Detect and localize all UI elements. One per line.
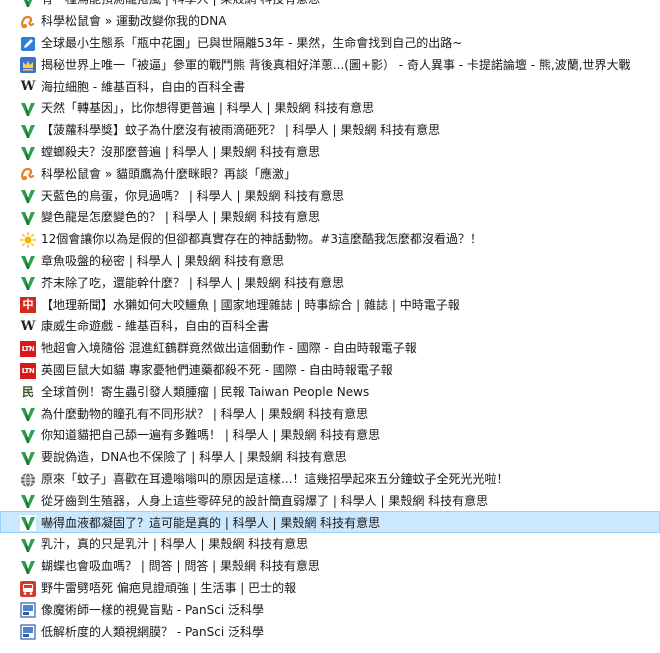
bookmark-title: 海拉細胞 - 維基百科，自由的百科全書 (41, 79, 245, 94)
bookmark-row[interactable]: 低解析度的人類視網膜？ - PanSci 泛科學 (0, 620, 660, 642)
bookmark-title: 天然「轉基因」，比你想得更普遍 | 科學人 | 果殼網 科技有意思 (41, 101, 375, 116)
bookmark-title: 蝴蝶也會吸血嗎？ | 問答 | 問答 | 果殼網 科技有意思 (41, 559, 320, 574)
bookmark-title: 變色龍是怎麼變色的？ | 科學人 | 果殼網 科技有意思 (41, 210, 321, 225)
bookmark-row[interactable]: 從牙齒到生殖器，人身上這些零碎兒的設計簡直弱爆了 | 科學人 | 果殼網 科技有… (0, 489, 660, 511)
guokr-icon (20, 253, 36, 270)
guokr-icon (20, 0, 36, 8)
bookmark-row[interactable]: 全球最小生態系「瓶中花園」已與世隔離53年 - 果然，生命會找到自己的出路~ (0, 32, 660, 54)
bookmark-row[interactable]: 蝴蝶也會吸血嗎？ | 問答 | 問答 | 果殼網 科技有意思 (0, 555, 660, 577)
bookmark-row[interactable]: 科學松鼠會 » 貓頭鷹為什麼眯眼？再談「應激」 (0, 162, 660, 184)
bookmark-title: 為什麼動物的瞳孔有不同形狀？ | 科學人 | 果殼網 科技有意思 (41, 406, 369, 421)
wikipedia-icon: W (20, 79, 36, 95)
bookmark-row[interactable]: 你知道貓把自己舔一遍有多難嗎！ | 科學人 | 果殼網 科技有意思 (0, 424, 660, 446)
bookmark-row[interactable]: LTN 英國巨鼠大如貓 專家憂牠們連藥都殺不死 - 國際 - 自由時報電子報 (0, 359, 660, 381)
bookmark-title: 全球最小生態系「瓶中花園」已與世隔離53年 - 果然，生命會找到自己的出路~ (41, 35, 463, 50)
bookmark-title: 像魔術師一樣的視覺盲點 - PanSci 泛科學 (41, 602, 264, 617)
bookmark-row[interactable]: 揭秘世界上唯一「被逼」參軍的戰鬥熊 背後真相好洋蔥...(圖+影） - 奇人異事… (0, 53, 660, 75)
bookmark-row[interactable]: 原來「蚊子」喜歡在耳邊嗡嗡叫的原因是這樣...！這幾招學起來五分鐘蚊子全死光光啦… (0, 468, 660, 490)
bookmark-row[interactable]: 乳汁，真的只是乳汁 | 科學人 | 果殼網 科技有意思 (0, 533, 660, 555)
bookmark-row[interactable]: 變色龍是怎麼變色的？ | 科學人 | 果殼網 科技有意思 (0, 206, 660, 228)
bookmark-title: 康威生命遊戲 - 維基百科，自由的百科全書 (41, 319, 269, 334)
bookmark-title: 螳螂殺夫？沒那麼普遍 | 科學人 | 果殼網 科技有意思 (41, 144, 321, 159)
bookmark-row[interactable]: 芥末除了吃，還能幹什麼？ | 科學人 | 果殼網 科技有意思 (0, 271, 660, 293)
bookmark-row[interactable]: 【菠蘿科學獎】蚊子為什麼沒有被雨滴砸死？ | 科學人 | 果殼網 科技有意思 (0, 119, 660, 141)
guokr-icon (20, 100, 36, 117)
bookmark-row[interactable]: 野牛雷劈唔死 偏疤見證頑強 | 生活事 | 巴士的報 (0, 577, 660, 599)
squirrel-icon (20, 14, 36, 30)
bookmark-row[interactable]: 民全球首例！寄生蟲引發人類腫瘤 | 民報 Taiwan People News (0, 380, 660, 402)
bookmark-row[interactable]: W 海拉細胞 - 維基百科，自由的百科全書 (0, 75, 660, 97)
peoplenews-icon: 民 (21, 385, 34, 400)
ltn-icon: LTN (20, 362, 36, 379)
bookmark-row[interactable]: 12個會讓你以為是假的但卻都真實存在的神話動物。#3這麼酷我怎麼都沒看過？！ (0, 228, 660, 250)
bookmark-title: 有一種烏能預測龍捲風 | 科學人 | 果殼網 科技有意思 (41, 0, 320, 7)
guokr-icon (20, 144, 36, 161)
bookmark-row[interactable]: 嚇得血液都凝固了？這可能是真的 | 科學人 | 果殼網 科技有意思 (0, 511, 660, 533)
bookmark-title: 科學松鼠會 » 運動改變你我的DNA (41, 14, 227, 29)
guokr-icon (20, 122, 36, 139)
bookmark-title: 野牛雷劈唔死 偏疤見證頑強 | 生活事 | 巴士的報 (41, 580, 297, 595)
bookmark-row[interactable]: LTN 牠超會入境隨俗 混進紅鶴群竟然做出這個動作 - 國際 - 自由時報電子報 (0, 337, 660, 359)
bookmark-title: 芥末除了吃，還能幹什麼？ | 科學人 | 果殼網 科技有意思 (41, 275, 345, 290)
pencil-icon (20, 36, 36, 52)
bookmark-title: 低解析度的人類視網膜？ - PanSci 泛科學 (41, 624, 264, 639)
globe-icon (20, 472, 36, 488)
chinatimes-icon: 中 (20, 297, 36, 314)
bookmark-row[interactable]: 天然「轉基因」，比你想得更普遍 | 科學人 | 果殼網 科技有意思 (0, 97, 660, 119)
guokr-icon (20, 406, 36, 423)
bookmark-title: 乳汁，真的只是乳汁 | 科學人 | 果殼網 科技有意思 (41, 537, 309, 552)
bookmark-title: 原來「蚊子」喜歡在耳邊嗡嗡叫的原因是這樣...！這幾招學起來五分鐘蚊子全死光光啦… (41, 471, 509, 486)
ltn-icon: LTN (20, 340, 36, 357)
guokr-icon (20, 493, 36, 510)
sun-icon (20, 231, 36, 248)
bookmark-title: 英國巨鼠大如貓 專家憂牠們連藥都殺不死 - 國際 - 自由時報電子報 (41, 362, 393, 377)
guokr-icon (20, 558, 36, 575)
bookmark-title: 從牙齒到生殖器，人身上這些零碎兒的設計簡直弱爆了 | 科學人 | 果殼網 科技有… (41, 493, 489, 508)
pansci-icon (20, 624, 36, 640)
guokr-icon (20, 427, 36, 444)
bookmark-title: 章魚吸盤的秘密 | 科學人 | 果殼網 科技有意思 (41, 253, 285, 268)
bookmark-row[interactable]: 螳螂殺夫？沒那麼普遍 | 科學人 | 果殼網 科技有意思 (0, 141, 660, 163)
guokr-icon (20, 188, 36, 205)
guokr-icon (20, 209, 36, 226)
bookmark-row[interactable]: 天藍色的烏蛋，你見過嗎？ | 科學人 | 果殼網 科技有意思 (0, 184, 660, 206)
guokr-icon (20, 515, 36, 532)
bus-icon (20, 580, 36, 597)
bookmark-title: 牠超會入境隨俗 混進紅鶴群竟然做出這個動作 - 國際 - 自由時報電子報 (41, 341, 417, 356)
pansci-icon (20, 602, 36, 618)
bookmark-title: 要說偽造，DNA也不保險了 | 科學人 | 果殼網 科技有意思 (41, 450, 347, 465)
bookmark-title: 天藍色的烏蛋，你見過嗎？ | 科學人 | 果殼網 科技有意思 (41, 188, 345, 203)
bookmark-title: 你知道貓把自己舔一遍有多難嗎！ | 科學人 | 果殼網 科技有意思 (41, 428, 381, 443)
guokr-icon (20, 449, 36, 466)
bookmark-title: 12個會讓你以為是假的但卻都真實存在的神話動物。#3這麼酷我怎麼都沒看過？！ (41, 232, 482, 247)
bookmark-row[interactable]: 像魔術師一樣的視覺盲點 - PanSci 泛科學 (0, 598, 660, 620)
bookmark-row[interactable]: 為什麼動物的瞳孔有不同形狀？ | 科學人 | 果殼網 科技有意思 (0, 402, 660, 424)
bookmark-title: 嚇得血液都凝固了？這可能是真的 | 科學人 | 果殼網 科技有意思 (41, 515, 381, 530)
crown-icon (20, 57, 36, 74)
bookmark-row[interactable]: 中【地理新聞】水獺如何大咬鱷魚 | 國家地理雜誌 | 時事綜合 | 雜誌 | 中… (0, 293, 660, 315)
wikipedia-icon: W (20, 318, 36, 334)
guokr-icon (20, 536, 36, 553)
bookmark-list: 有一種烏能預測龍捲風 | 科學人 | 果殼網 科技有意思科學松鼠會 » 運動改變… (0, 0, 660, 642)
bookmark-row[interactable]: 有一種烏能預測龍捲風 | 科學人 | 果殼網 科技有意思 (0, 0, 660, 10)
bookmark-row[interactable]: 章魚吸盤的秘密 | 科學人 | 果殼網 科技有意思 (0, 250, 660, 272)
bookmark-title: 科學松鼠會 » 貓頭鷹為什麼眯眼？再談「應激」 (41, 166, 296, 181)
bookmark-title: 【地理新聞】水獺如何大咬鱷魚 | 國家地理雜誌 | 時事綜合 | 雜誌 | 中時… (41, 297, 460, 312)
bookmark-title: 揭秘世界上唯一「被逼」參軍的戰鬥熊 背後真相好洋蔥...(圖+影） - 奇人異事… (41, 57, 631, 72)
squirrel-icon (20, 166, 36, 182)
bookmark-row[interactable]: W 康威生命遊戲 - 維基百科，自由的百科全書 (0, 315, 660, 337)
guokr-icon (20, 275, 36, 292)
bookmark-title: 【菠蘿科學獎】蚊子為什麼沒有被雨滴砸死？ | 科學人 | 果殼網 科技有意思 (41, 123, 441, 138)
bookmark-title: 全球首例！寄生蟲引發人類腫瘤 | 民報 Taiwan People News (41, 384, 370, 399)
bookmark-row[interactable]: 要說偽造，DNA也不保險了 | 科學人 | 果殼網 科技有意思 (0, 446, 660, 468)
bookmark-row[interactable]: 科學松鼠會 » 運動改變你我的DNA (0, 10, 660, 32)
